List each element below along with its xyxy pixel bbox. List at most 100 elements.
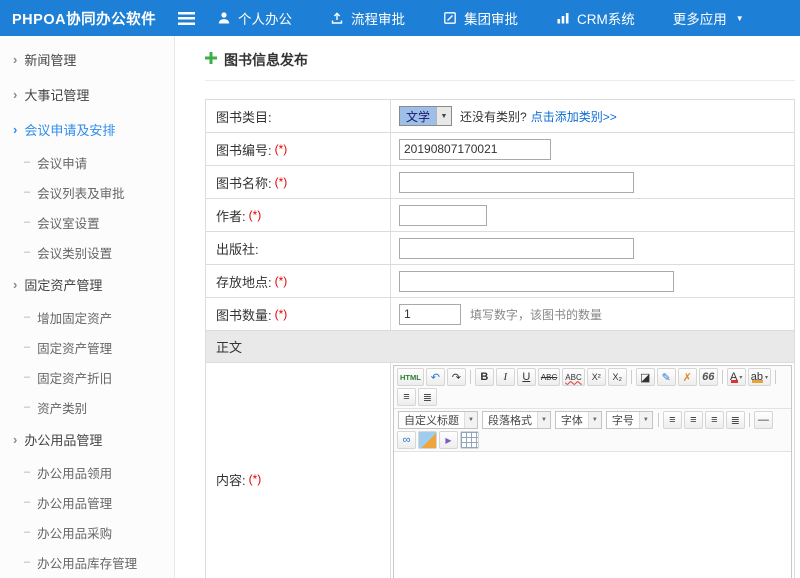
align-center-button[interactable]: ≡ (684, 411, 703, 429)
required-marker: (*) (275, 175, 288, 189)
bold-button[interactable]: B (475, 368, 494, 386)
html-source-button[interactable]: HTML (397, 368, 424, 386)
book-number-input[interactable] (399, 139, 551, 160)
align-justify-button[interactable]: ≣ (726, 411, 745, 429)
format-painter-button[interactable]: ✎ (657, 368, 676, 386)
sidebar-sub-item[interactable]: –办公用品库存管理 (0, 547, 174, 577)
menu-toggle-icon[interactable] (178, 12, 195, 25)
category-label: 图书类目: (206, 100, 391, 132)
dash-icon: – (24, 216, 30, 228)
quantity-label: 图书数量: (*) (206, 298, 391, 330)
add-plus-icon (205, 51, 217, 69)
book-name-input[interactable] (399, 172, 634, 193)
dash-icon: – (24, 466, 30, 478)
quantity-hint: 填写数字，该图书的数量 (470, 306, 602, 323)
sidebar-sub-item[interactable]: –办公用品管理 (0, 487, 174, 517)
paragraph-format-select[interactable]: 段落格式▼ (482, 411, 551, 429)
category-select-value: 文学 (400, 107, 436, 125)
spellcheck-button[interactable]: ABC (562, 368, 584, 386)
font-family-select[interactable]: 字体▼ (555, 411, 602, 429)
sidebar-item-label: 会议类别设置 (37, 243, 112, 262)
sidebar-sub-item[interactable]: –办公用品领用 (0, 457, 174, 487)
highlight-color-button[interactable]: ab▾ (748, 368, 771, 386)
sidebar-sub-item[interactable]: –会议室设置 (0, 207, 174, 237)
required-marker: (*) (275, 142, 288, 156)
upload-flow-icon (330, 11, 344, 25)
nav-process-approval[interactable]: 流程审批 (330, 8, 405, 28)
quantity-input[interactable] (399, 304, 461, 325)
chevron-right-icon: › (13, 52, 17, 67)
sidebar-sub-item[interactable]: –固定资产管理 (0, 332, 174, 362)
nav-crm-system[interactable]: CRM系统 (556, 8, 635, 28)
page-title: 图书信息发布 (224, 50, 308, 70)
label-text: 图书名称: (216, 173, 272, 192)
undo-button[interactable]: ↶ (426, 368, 445, 386)
eraser-button[interactable]: ◪ (636, 368, 655, 386)
image-button[interactable] (418, 431, 437, 449)
dash-icon: – (24, 401, 30, 413)
chevron-right-icon: › (13, 87, 17, 102)
unordered-list-button[interactable]: ≡ (397, 388, 416, 406)
book-number-label: 图书编号: (*) (206, 133, 391, 165)
nav-label: 个人办公 (238, 8, 292, 28)
book-form: 图书类目: 文学 ▼ 还没有类别? 点击添加类别>> 图书编号: (*) (205, 99, 795, 578)
form-row-author: 作者: (*) (206, 199, 794, 232)
superscript-button[interactable]: X² (587, 368, 606, 386)
remove-format-button[interactable]: ✗ (678, 368, 697, 386)
nav-group-approval[interactable]: 集团审批 (443, 8, 518, 28)
chevron-down-icon: ▼ (436, 107, 451, 125)
sidebar-sub-item[interactable]: –增加固定资产 (0, 302, 174, 332)
align-right-button[interactable]: ≡ (705, 411, 724, 429)
sidebar-group-item[interactable]: ›大事记管理 (0, 77, 174, 112)
sidebar-sub-item[interactable]: –资产类别 (0, 392, 174, 422)
sidebar-sub-item[interactable]: –办公用品采购 (0, 517, 174, 547)
font-color-button[interactable]: A▾ (727, 368, 746, 386)
form-row-location: 存放地点: (*) (206, 265, 794, 298)
horizontal-rule-button[interactable]: — (754, 411, 773, 429)
blockquote-button[interactable]: 66 (699, 368, 718, 386)
add-category-link[interactable]: 点击添加类别>> (531, 108, 617, 125)
sidebar-item-label: 办公用品领用 (37, 463, 112, 482)
toolbar-separator (470, 370, 471, 384)
sidebar-group-item[interactable]: ›办公用品管理 (0, 422, 174, 457)
author-input[interactable] (399, 205, 487, 226)
table-button[interactable] (460, 431, 479, 449)
sidebar-sub-item[interactable]: –固定资产折旧 (0, 362, 174, 392)
sidebar-sub-item[interactable]: –会议列表及审批 (0, 177, 174, 207)
sidebar-item-label: 固定资产管理 (37, 338, 112, 357)
chevron-right-icon: › (13, 277, 17, 292)
form-row-book-number: 图书编号: (*) (206, 133, 794, 166)
sidebar-group-item[interactable]: ›会议申请及安排 (0, 112, 174, 147)
publisher-input[interactable] (399, 238, 634, 259)
sidebar-group-item[interactable]: ›固定资产管理 (0, 267, 174, 302)
nav-label: 流程审批 (351, 8, 405, 28)
redo-button[interactable]: ↷ (447, 368, 466, 386)
ordered-list-button[interactable]: ≣ (418, 388, 437, 406)
strikethrough-button[interactable]: ABC (538, 368, 560, 386)
link-button[interactable]: ∞ (397, 431, 416, 449)
sidebar-sub-item[interactable]: –会议申请 (0, 147, 174, 177)
sidebar-menu: ›新闻管理›大事记管理›会议申请及安排–会议申请–会议列表及审批–会议室设置–会… (0, 42, 174, 578)
nav-personal-office[interactable]: 个人办公 (217, 8, 292, 28)
chevron-down-icon: ▼ (537, 412, 550, 428)
underline-button[interactable]: U (517, 368, 536, 386)
custom-title-select[interactable]: 自定义标题▼ (398, 411, 478, 429)
editor-content-area[interactable] (394, 452, 791, 578)
app-window: PHPOA协同办公软件 个人办公 流程审批 集团审批 CRM系统 更多应用 ▼ (0, 0, 800, 578)
media-button[interactable]: ▶ (439, 431, 458, 449)
location-input[interactable] (399, 271, 674, 292)
sidebar-group-item[interactable]: ›新闻管理 (0, 42, 174, 77)
sidebar-item-label: 办公用品管理 (37, 493, 112, 512)
chevron-down-icon: ▼ (639, 412, 652, 428)
italic-button[interactable]: I (496, 368, 515, 386)
dash-icon: – (24, 496, 30, 508)
sidebar-item-label: 固定资产折旧 (37, 368, 112, 387)
font-size-select[interactable]: 字号▼ (606, 411, 653, 429)
toolbar-separator (631, 370, 632, 384)
sidebar-sub-item[interactable]: –会议类别设置 (0, 237, 174, 267)
form-row-content: 内容: (*) HTML↶↷BIUABCABCX²X₂◪✎✗66A▾ab▾≡≣ … (206, 363, 794, 578)
align-left-button[interactable]: ≡ (663, 411, 682, 429)
category-select[interactable]: 文学 ▼ (399, 106, 452, 126)
nav-more-apps[interactable]: 更多应用 ▼ (673, 8, 744, 28)
subscript-button[interactable]: X₂ (608, 368, 627, 386)
